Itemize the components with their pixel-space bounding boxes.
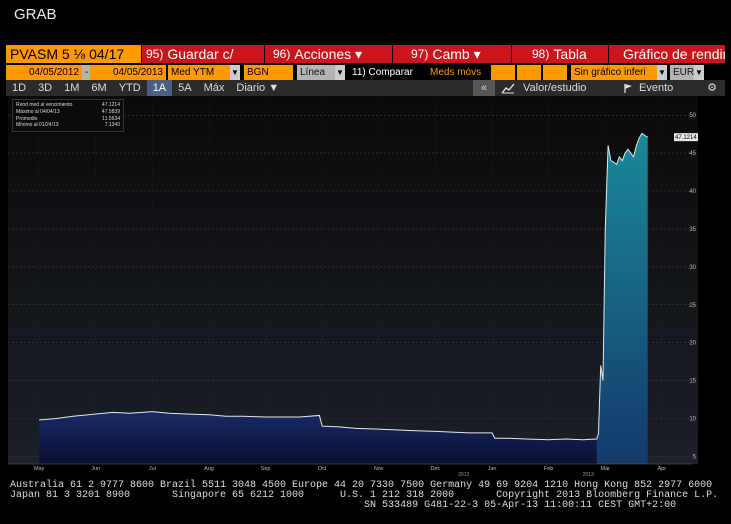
lower-chart-dropdown-icon[interactable]: ▼ [657,65,667,80]
back-button[interactable]: « [473,80,495,96]
lower-chart-select[interactable]: Sin gráfico inferi [571,65,657,80]
x-tick-label: Apr [658,466,667,472]
period-tab-1m[interactable]: 1M [58,80,85,96]
currency-select[interactable]: EUR [670,65,694,80]
moving-average-field-2[interactable] [517,65,541,80]
field-select[interactable]: Med YTM [168,65,230,80]
security-ticker[interactable]: PVASM 5 ⅛ 04/17 [6,45,141,63]
legend-row-max: Máximo al 04/04/13 47.5839 [16,108,120,115]
compare-button[interactable]: 11) Comparar [349,65,427,80]
y-tick-label: 30 [689,265,696,271]
y-tick-label: 35 [689,227,696,233]
y-tick-label: 15 [689,379,696,385]
chart-title: Gráfico de rendimiento [608,45,725,63]
window-title: GRAB [14,6,57,23]
y-tick-label: 25 [689,303,696,309]
value-study-button[interactable]: Valor/estudio [495,80,617,96]
actions-button[interactable]: 96) Acciones ▾ [264,45,392,63]
y-tick-label: 20 [689,341,696,347]
period-tab-ytd[interactable]: YTD [113,80,147,96]
event-button[interactable]: Evento [617,80,699,96]
year-label: 2012 [458,472,469,476]
chart-line-icon [501,83,515,93]
moving-average-field-3[interactable] [543,65,567,80]
period-tab-1a[interactable]: 1A [146,80,173,96]
settings-toolbar: 04/05/2012 - 04/05/2013 Med YTM ▼ BGN Lí… [6,65,725,80]
currency-dropdown-icon[interactable]: ▼ [694,65,704,80]
period-tab-5a[interactable]: 5A [172,80,197,96]
year-label: 2013 [583,472,594,476]
chart-style-dropdown-icon[interactable]: ▼ [335,65,345,80]
change-button[interactable]: 97) Camb ▾ [392,45,511,63]
table-button[interactable]: 98) Tabla [511,45,608,63]
moving-average-button[interactable]: Meds móvs [427,65,487,80]
x-tick-label: Jul [149,466,156,472]
flag-icon [624,83,632,93]
x-tick-label: Mar [601,466,611,472]
x-tick-label: Sep [261,466,271,472]
period-tab-max[interactable]: Máx [198,80,231,96]
source-field[interactable]: BGN [244,65,293,80]
period-tab-6m[interactable]: 6M [85,80,112,96]
start-date-field[interactable]: 04/05/2012 [6,65,82,80]
legend-row-min: Mínimo al 01/24/13 7.1340 [16,122,120,129]
y-tick-label: 10 [689,417,696,423]
date-separator: - [82,65,90,80]
footer-contacts: Australia 61 2 9777 8600 Brazil 5511 304… [10,480,719,511]
x-tick-label: Jun [91,466,100,472]
end-date-field[interactable]: 04/05/2013 [90,65,166,80]
y-tick-label: 45 [689,151,696,157]
last-value-marker: 47.1214 [674,133,698,142]
gear-icon[interactable]: ⚙ [699,80,725,96]
period-tab-3d[interactable]: 3D [32,80,58,96]
y-tick-label: 40 [689,189,696,195]
x-tick-label: Nov [374,466,384,472]
x-tick-label: Dec [431,466,441,472]
main-toolbar: PVASM 5 ⅛ 04/17 95) Guardar c/ 96) Accione… [6,45,725,63]
save-button[interactable]: 95) Guardar c/ [141,45,264,63]
x-tick-label: Oct [318,466,327,472]
period-toolbar: 1D 3D 1M 6M YTD 1A 5A Máx Diario ▼ « Val… [6,80,725,96]
plot-area [8,96,698,464]
x-tick-label: Feb [544,466,553,472]
field-dropdown-icon[interactable]: ▼ [230,65,240,80]
moving-average-field-1[interactable] [491,65,515,80]
frequency-select[interactable]: Diario ▼ [230,80,285,96]
legend-row-average: Promedio 11.5634 [16,115,120,122]
x-tick-label: Aug [204,466,214,472]
legend-row-yield: Rend med al vencimiento 47.1214 [16,102,120,108]
chart-style-select[interactable]: Línea [297,65,335,80]
x-tick-label: Jan [488,466,497,472]
x-tick-label: May [34,466,45,472]
chart-legend: Rend med al vencimiento 47.1214 Máximo al… [12,99,124,133]
period-tab-1d[interactable]: 1D [6,80,32,96]
last-value-label: 47.1214 [675,135,697,141]
yield-chart[interactable]: 5101520253035404550 May Jun Jul Aug Sep Oct No… [8,96,698,476]
y-tick-label: 50 [689,113,696,119]
